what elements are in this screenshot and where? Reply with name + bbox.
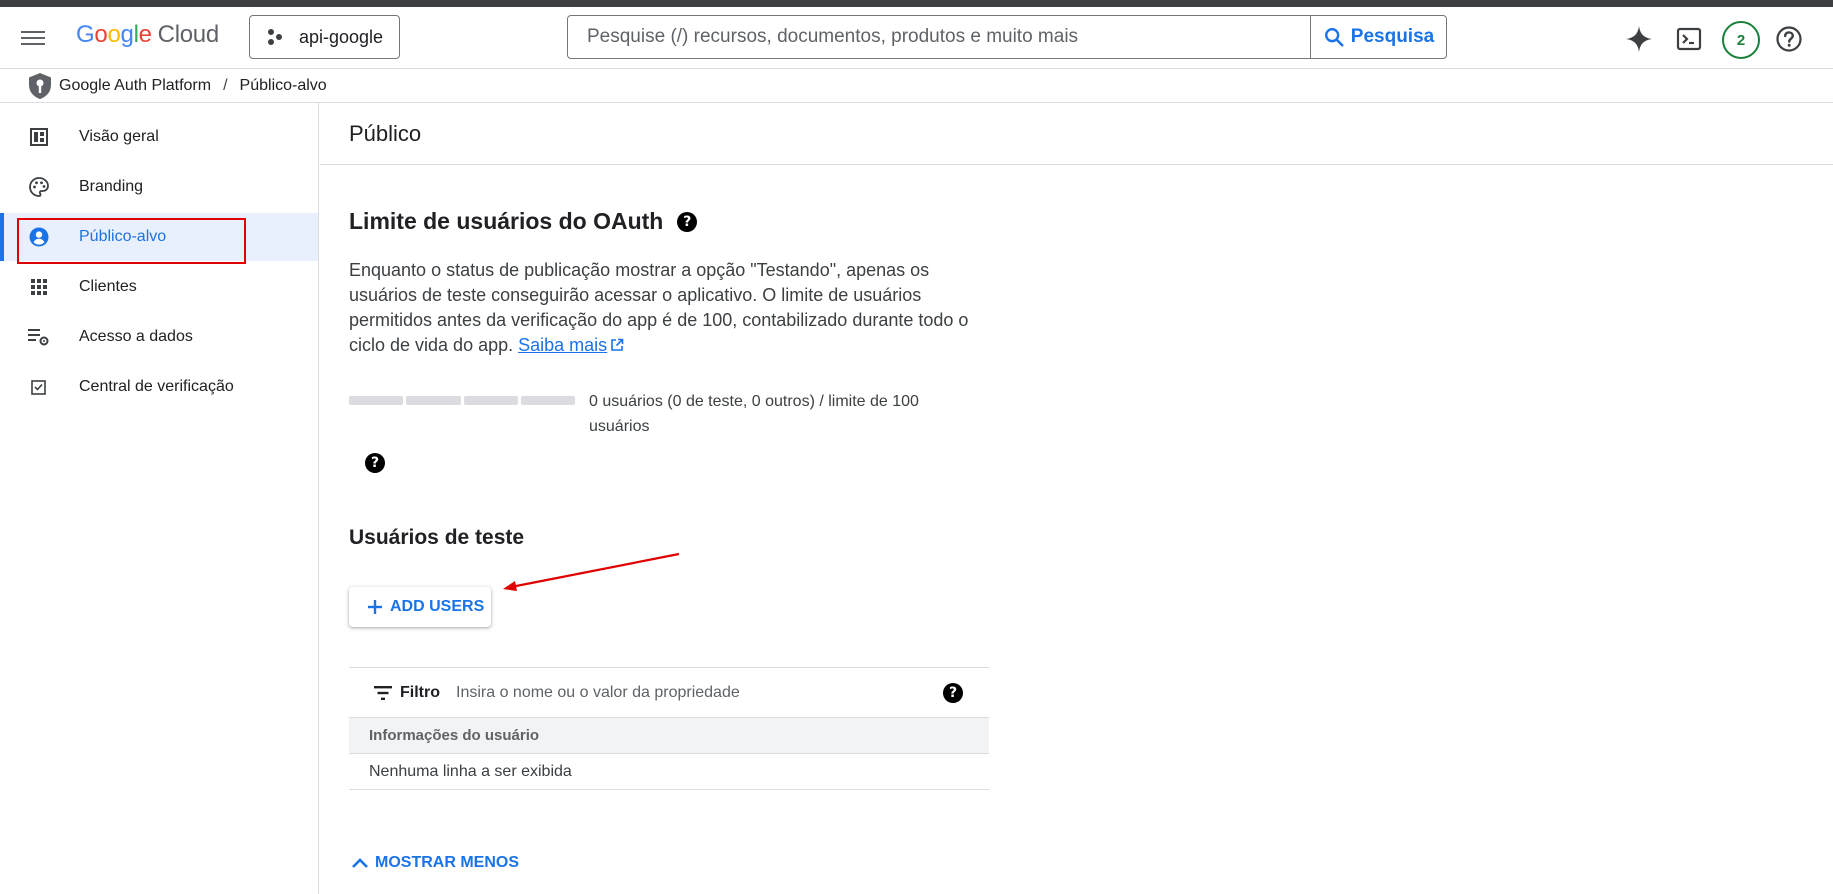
shield-key-icon [29,72,51,99]
sidebar: Visão geral Branding Público-alvo Client… [0,103,319,894]
usage-text: 0 usuários (0 de teste, 0 outros) / limi… [589,393,919,435]
learn-more-label: Saiba mais [518,335,608,355]
test-users-heading: Usuários de teste [349,526,524,550]
oauth-limit-title: Limite de usuários do OAuth [349,208,664,234]
data-settings-icon [28,326,50,348]
search-button-label: Pesquisa [1350,26,1435,47]
sidebar-item-acesso-a-dados[interactable]: Acesso a dados [0,313,318,361]
empty-message: Nenhuma linha a ser exibida [369,762,572,780]
apps-grid-icon [28,276,50,298]
filter-help-icon[interactable]: ? [943,683,963,703]
dashboard-icon [28,126,50,148]
show-less-button[interactable]: MOSTRAR MENOS [351,854,519,872]
breadcrumb-separator: / [223,76,228,94]
table-empty-row: Nenhuma linha a ser exibida [349,754,989,790]
sidebar-item-publico-alvo[interactable]: Público-alvo [0,213,318,261]
menu-icon[interactable] [18,27,48,51]
show-less-label: MOSTRAR MENOS [375,854,519,871]
breadcrumb: Google Auth Platform / Público-alvo [0,68,1833,103]
sidebar-item-branding[interactable]: Branding [0,163,318,211]
search-icon [1324,28,1344,47]
usage-progress-segment [520,396,575,405]
sidebar-item-clientes[interactable]: Clientes [0,263,318,311]
help-icon[interactable] [1774,24,1804,54]
usage-progress-segment [349,396,404,405]
notifications-avatar[interactable]: 2 [1722,21,1760,59]
chevron-up-icon [352,858,368,868]
test-users-table: Filtro ? Informações do usuário Nenhuma … [349,667,989,790]
sidebar-item-label: Clientes [79,278,137,295]
page-title-text: Público [349,120,422,146]
palette-icon [28,176,50,198]
top-header: GoogleCloud api-google Pesquisa 2 [0,7,1833,68]
filter-icon [374,685,392,700]
plus-icon [368,600,382,614]
page-title: Público [320,103,1833,165]
oauth-help-icon[interactable]: ? [677,211,698,232]
verified-checkbox-icon [28,376,50,398]
account-circle-icon [28,226,50,248]
table-header-label: Informações do usuário [369,727,540,744]
add-users-button[interactable]: ADD USERS [349,587,491,627]
usage-help-icon[interactable]: ? [365,453,385,473]
oauth-description: Enquanto o status de publicação mostrar … [349,258,989,358]
top-strip [0,0,1833,7]
project-name: api-google [299,26,384,47]
test-users-title: Usuários de teste [349,526,525,549]
sidebar-item-central-de-verificacao[interactable]: Central de verificação [0,363,318,411]
notifications-count: 2 [1736,31,1746,49]
sidebar-item-label: Central de verificação [79,378,234,395]
table-header-user-info[interactable]: Informações do usuário [349,718,989,754]
add-users-label: ADD USERS [390,598,485,615]
usage-progress-bar [349,396,575,405]
gemini-sparkle-icon[interactable] [1624,24,1654,54]
sidebar-item-label: Acesso a dados [79,328,193,345]
annotation-arrow [503,552,680,591]
sidebar-item-label: Visão geral [79,128,159,145]
filter-row: Filtro ? [349,667,989,718]
learn-more-link[interactable]: Saiba mais [518,335,607,355]
external-link-icon [611,338,624,351]
search-button[interactable]: Pesquisa [1310,16,1446,58]
filter-label: Filtro [400,683,440,701]
google-cloud-logo[interactable]: Google Cloud [76,21,219,49]
breadcrumb-item-auth-platform[interactable]: Google Auth Platform [59,77,211,95]
breadcrumb-item-publico-alvo: Público-alvo [239,76,327,94]
sidebar-item-label: Público-alvo [79,228,167,245]
search-bar: Pesquisa [567,15,1447,59]
cloud-shell-icon[interactable] [1674,24,1704,54]
sidebar-item-visao-geral[interactable]: Visão geral [0,113,318,161]
usage-progress-segment [463,396,518,405]
sidebar-item-label: Branding [79,178,144,195]
usage-progress-segment [406,396,461,405]
oauth-description-text: Enquanto o status de publicação mostrar … [349,260,969,355]
search-input[interactable] [568,16,1310,58]
oauth-limit-heading: Limite de usuários do OAuth ? [349,208,698,235]
filter-input[interactable] [456,683,896,702]
project-selector-button[interactable]: api-google [249,15,400,59]
project-icon [268,29,282,45]
